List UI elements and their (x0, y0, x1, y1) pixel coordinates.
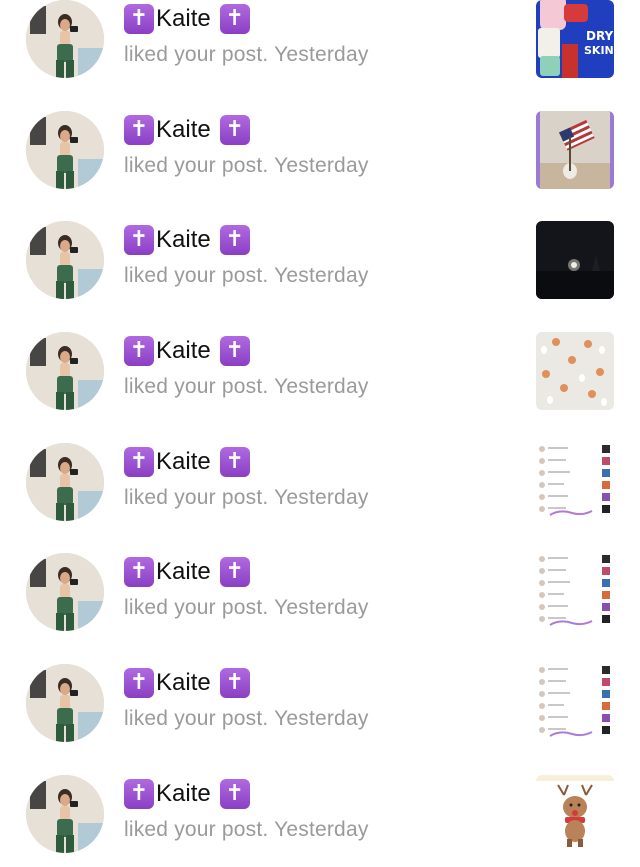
svg-text:SKIN: SKIN (584, 44, 614, 57)
cross-badge-icon: ✝ (219, 668, 250, 699)
username[interactable]: Kaite (156, 780, 211, 808)
notification-row[interactable]: ✝ Kaite ✝ liked your post. Yesterday (0, 313, 640, 424)
notification-row[interactable]: ✝ Kaite ✝ liked your post. Yesterday (0, 645, 640, 756)
avatar[interactable] (26, 774, 104, 853)
post-thumbnail-thank-you-screenshot[interactable] (536, 442, 614, 521)
post-thumbnail-skincare-products-photo[interactable]: DRY SKIN (536, 0, 614, 78)
timestamp: Yesterday (274, 264, 369, 288)
notification-row[interactable]: ✝ Kaite ✝ liked your post. Yesterday (0, 756, 640, 867)
activity-text: liked your post. Yesterday (124, 154, 369, 178)
avatar[interactable] (26, 442, 104, 521)
notification-row[interactable]: ✝ Kaite ✝ liked your post. Yesterday DRY… (0, 0, 640, 92)
timestamp: Yesterday (274, 43, 369, 66)
cross-badge-icon: ✝ (124, 4, 154, 34)
cross-badge-icon: ✝ (219, 336, 250, 367)
action-text: liked your post. (124, 707, 269, 731)
post-thumbnail-thank-you-screenshot[interactable] (536, 664, 614, 743)
username[interactable]: Kaite (156, 669, 211, 697)
post-thumbnail-reindeer-illustration[interactable] (536, 774, 614, 853)
action-text: liked your post. (124, 153, 269, 177)
notification-row[interactable]: ✝ Kaite ✝ liked your post. Yesterday (0, 424, 640, 535)
activity-text: liked your post. Yesterday (124, 43, 369, 67)
cross-badge-icon: ✝ (124, 557, 154, 588)
cross-badge-icon: ✝ (124, 225, 154, 256)
action-text: liked your post. (124, 485, 269, 509)
action-text: liked your post. (124, 817, 269, 841)
username[interactable]: Kaite (156, 337, 211, 365)
timestamp: Yesterday (274, 817, 369, 841)
cross-badge-icon: ✝ (219, 114, 250, 145)
username[interactable]: Kaite (156, 5, 211, 33)
cross-badge-icon: ✝ (124, 778, 154, 809)
notification-list: ✝ Kaite ✝ liked your post. Yesterday DRY… (0, 0, 640, 867)
post-thumbnail-american-flag-photo[interactable] (536, 110, 614, 189)
action-text: liked your post. (124, 596, 269, 620)
action-text: liked your post. (124, 264, 269, 288)
activity-text: liked your post. Yesterday (124, 596, 369, 620)
activity-text: liked your post. Yesterday (124, 707, 369, 731)
avatar[interactable] (26, 110, 104, 189)
svg-text:DRY: DRY (586, 29, 614, 43)
notification-row[interactable]: ✝ Kaite ✝ liked your post. Yesterday (0, 534, 640, 645)
timestamp: Yesterday (274, 153, 369, 177)
avatar[interactable] (26, 221, 104, 300)
avatar[interactable] (26, 664, 104, 743)
notification-row[interactable]: ✝ Kaite ✝ liked your post. Yesterday (0, 92, 640, 203)
cross-badge-icon: ✝ (124, 668, 154, 699)
cross-badge-icon: ✝ (219, 4, 250, 34)
activity-text: liked your post. Yesterday (124, 264, 369, 288)
cross-badge-icon: ✝ (219, 778, 250, 809)
cross-badge-icon: ✝ (124, 114, 154, 145)
cross-badge-icon: ✝ (219, 557, 250, 588)
timestamp: Yesterday (274, 707, 369, 731)
action-text: liked your post. (124, 375, 269, 399)
timestamp: Yesterday (274, 485, 369, 509)
username[interactable]: Kaite (156, 448, 211, 476)
activity-text: liked your post. Yesterday (124, 818, 369, 842)
username[interactable]: Kaite (156, 226, 211, 254)
username[interactable]: Kaite (156, 116, 211, 144)
avatar[interactable] (26, 0, 104, 78)
cross-badge-icon: ✝ (219, 225, 250, 256)
post-thumbnail-pumpkin-ghost-pattern[interactable] (536, 332, 614, 411)
activity-text: liked your post. Yesterday (124, 375, 369, 399)
notification-row[interactable]: ✝ Kaite ✝ liked your post. Yesterday (0, 202, 640, 313)
timestamp: Yesterday (274, 375, 369, 399)
username[interactable]: Kaite (156, 558, 211, 586)
cross-badge-icon: ✝ (124, 446, 154, 477)
avatar[interactable] (26, 553, 104, 632)
avatar[interactable] (26, 332, 104, 411)
post-thumbnail-thank-you-screenshot[interactable] (536, 553, 614, 632)
cross-badge-icon: ✝ (124, 336, 154, 367)
timestamp: Yesterday (274, 596, 369, 620)
action-text: liked your post. (124, 43, 269, 66)
activity-text: liked your post. Yesterday (124, 486, 369, 510)
cross-badge-icon: ✝ (219, 446, 250, 477)
post-thumbnail-night-moon-photo[interactable] (536, 221, 614, 300)
